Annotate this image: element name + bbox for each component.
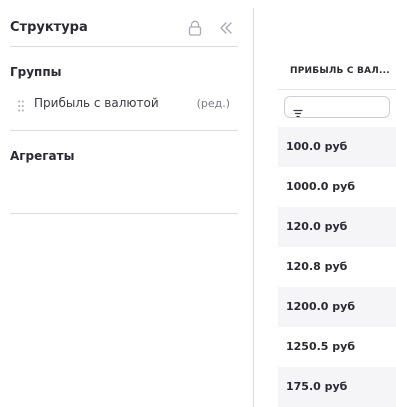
table-row[interactable]: 175.0 руб: [278, 367, 396, 407]
table-cell: 1250.5 руб: [286, 340, 356, 353]
table-cell: 100.0 руб: [286, 140, 348, 153]
table-row[interactable]: 120.8 руб: [278, 247, 396, 287]
double-chevron-left-icon-graphic: [220, 22, 232, 34]
column-filter-input[interactable]: [284, 96, 390, 118]
page: Структура Группы Прибыль с валютой (ред.…: [0, 0, 396, 407]
table-cell: 1200.0 руб: [286, 300, 356, 313]
edit-group-link[interactable]: (ред.): [197, 97, 230, 110]
aggregates-section-title: Агрегаты: [10, 149, 75, 163]
column-header-label: ПРИБЫЛЬ С ВАЛ...: [290, 66, 390, 76]
header-divider: [10, 46, 238, 47]
table-rows: 100.0 руб 1000.0 руб 120.0 руб 120.8 руб…: [278, 127, 396, 407]
column-header[interactable]: ПРИБЫЛЬ С ВАЛ...: [278, 50, 396, 90]
group-item[interactable]: Прибыль с валютой (ред.): [10, 94, 232, 112]
group-item-label: Прибыль с валютой: [34, 96, 159, 110]
groups-section-title: Группы: [10, 65, 62, 79]
table-row[interactable]: 1200.0 руб: [278, 287, 396, 327]
table-cell: 175.0 руб: [286, 380, 348, 393]
table-row[interactable]: 1000.0 руб: [278, 167, 396, 207]
structure-panel-header: Структура: [10, 17, 238, 39]
table-cell: 120.8 руб: [286, 260, 348, 273]
drag-handle-icon-graphic: [18, 100, 24, 112]
panel-separator: [253, 8, 254, 407]
data-table-column: ПРИБЫЛЬ С ВАЛ... 100.0 руб 1000.0 руб 12…: [278, 0, 396, 407]
filter-icon: [293, 103, 303, 118]
table-cell: 120.0 руб: [286, 220, 348, 233]
table-cell: 1000.0 руб: [286, 180, 356, 193]
table-row[interactable]: 120.0 руб: [278, 207, 396, 247]
groups-divider: [10, 130, 238, 131]
table-row[interactable]: 100.0 руб: [278, 127, 396, 167]
lock-icon[interactable]: [188, 20, 202, 36]
drag-handle-icon[interactable]: [18, 97, 24, 112]
table-row[interactable]: 1250.5 руб: [278, 327, 396, 367]
lock-icon-graphic: [188, 20, 202, 36]
filter-icon-graphic: [293, 109, 303, 118]
double-chevron-left-icon[interactable]: [218, 20, 234, 36]
aggregates-divider: [10, 213, 238, 214]
structure-panel-title: Структура: [10, 20, 88, 35]
structure-panel: Структура Группы Прибыль с валютой (ред.…: [0, 0, 248, 407]
